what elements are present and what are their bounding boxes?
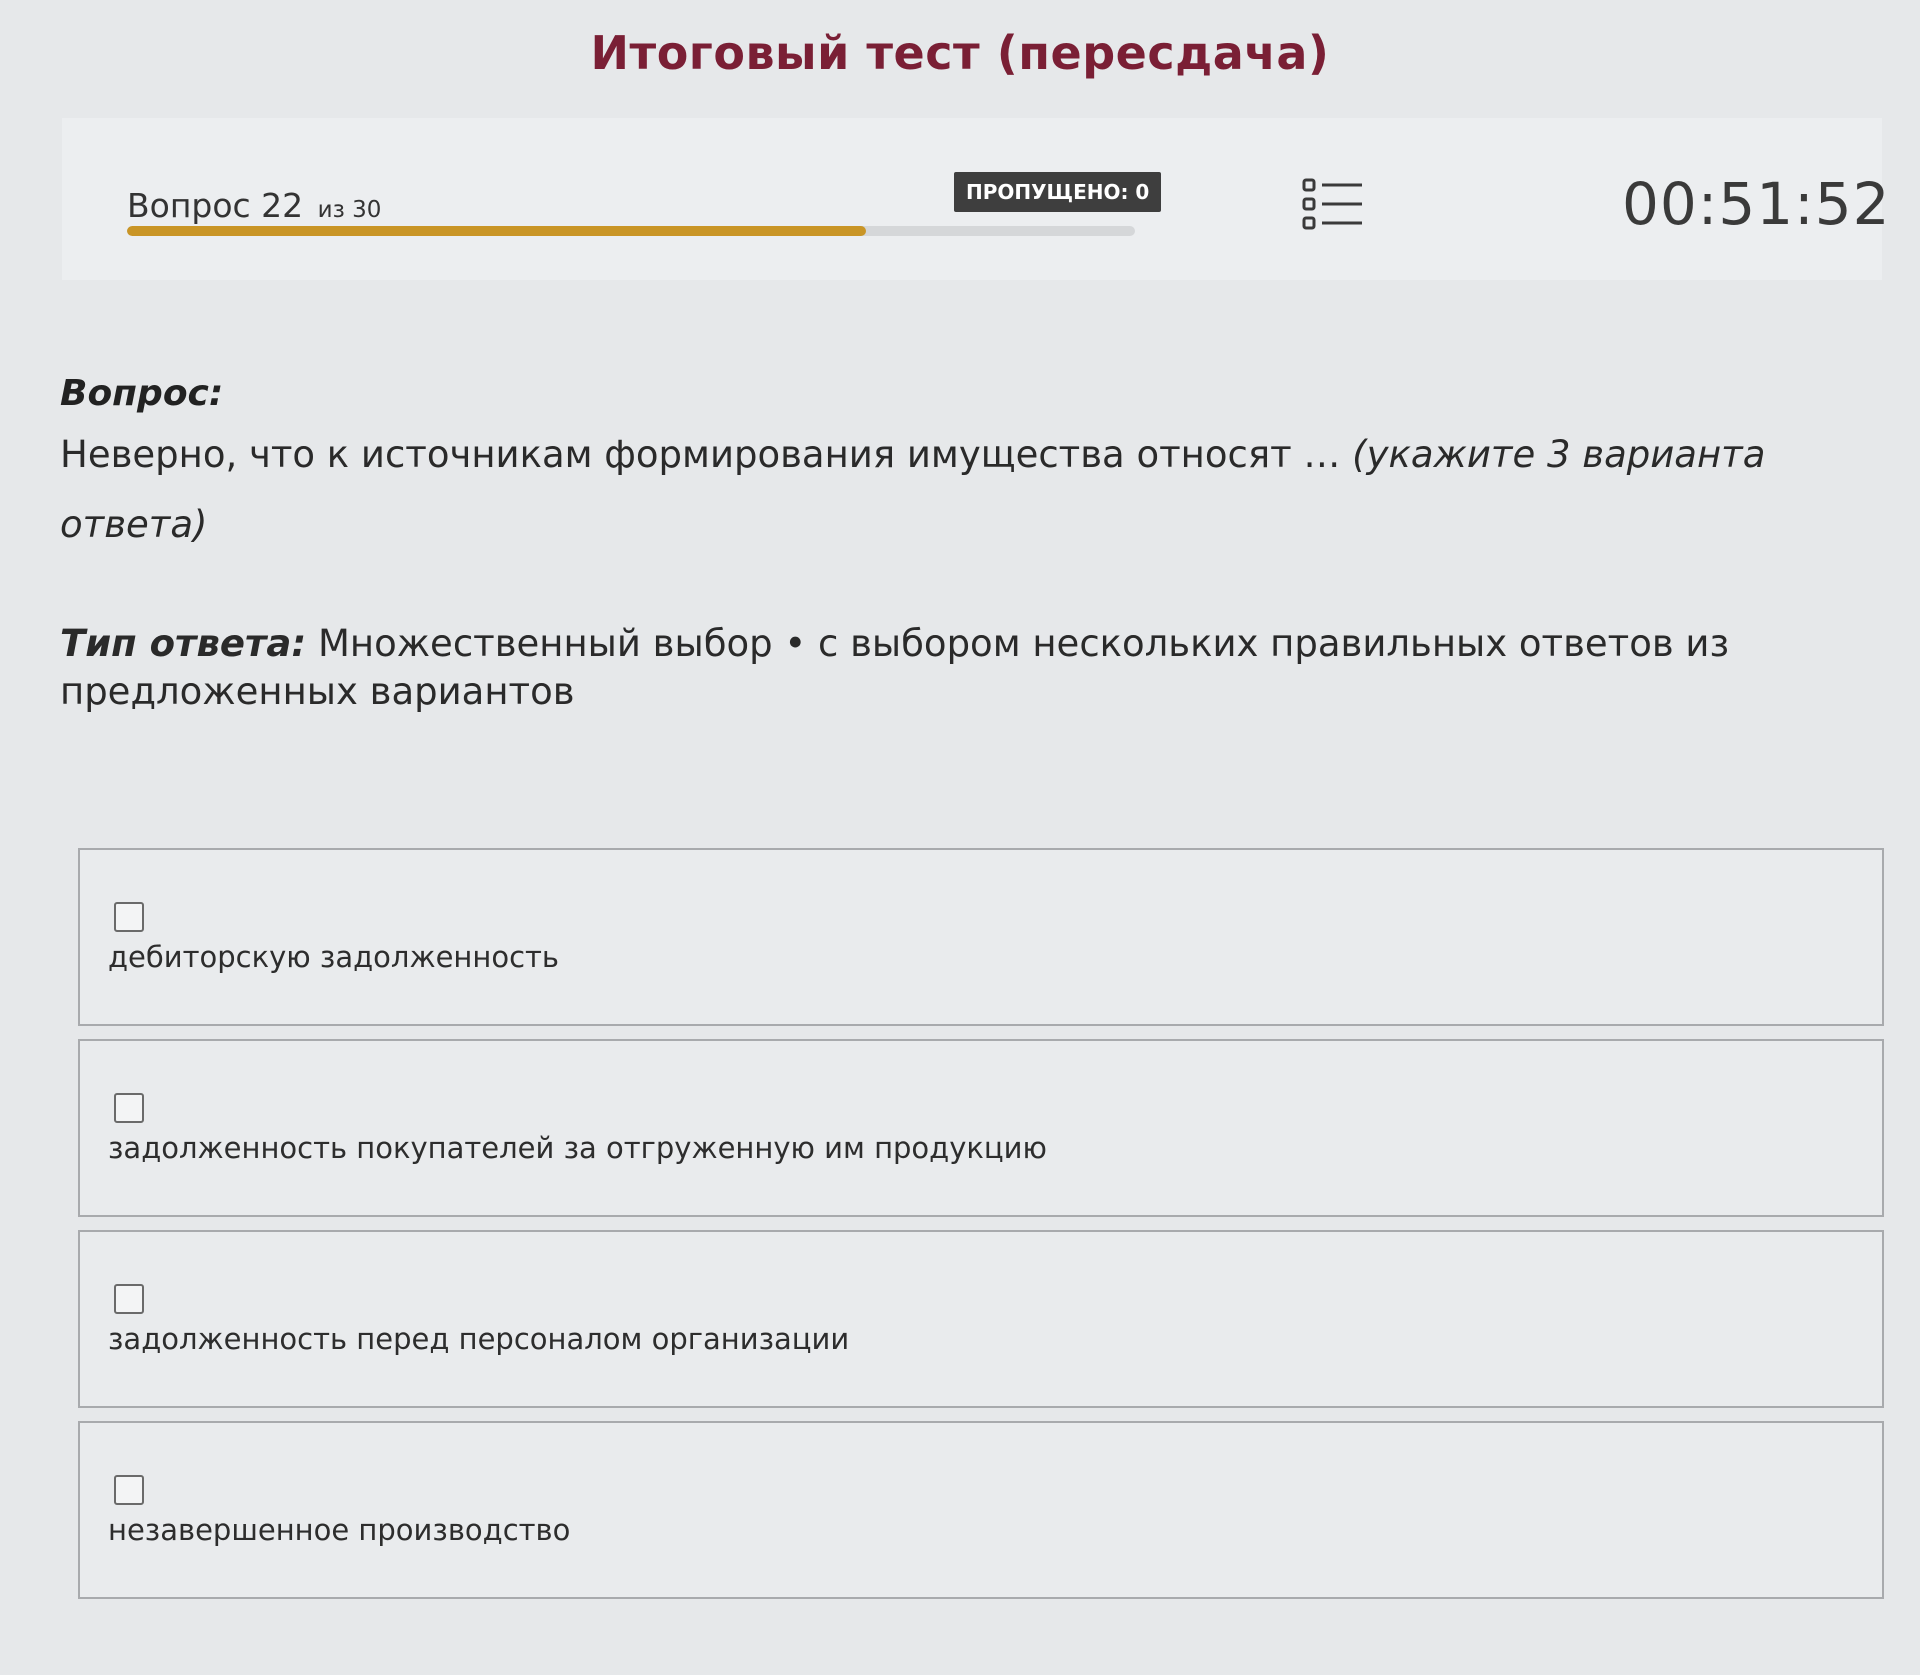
question-text: Неверно, что к источникам формирования и…: [60, 420, 1780, 560]
question-body: Неверно, что к источникам формирования и…: [60, 433, 1341, 476]
question-list-icon[interactable]: [1302, 176, 1364, 232]
checkbox[interactable]: [114, 1284, 144, 1314]
progress-panel: Вопрос 22 из 30 ПРОПУЩЕНО: 0 00:51:52: [62, 118, 1890, 280]
answer-option[interactable]: дебиторскую задолженность: [78, 848, 1884, 1026]
checkbox[interactable]: [114, 1475, 144, 1505]
progress-bar-fill: [127, 226, 866, 236]
checkbox[interactable]: [114, 1093, 144, 1123]
question-label: Вопрос:: [60, 373, 224, 414]
skipped-badge[interactable]: ПРОПУЩЕНО: 0: [954, 172, 1162, 212]
question-number: Вопрос 22: [127, 186, 304, 225]
answer-type-value: Множественный выбор • с выбором нескольк…: [60, 622, 1730, 713]
answer-option[interactable]: незавершенное производство: [78, 1421, 1884, 1599]
checkbox[interactable]: [114, 902, 144, 932]
answer-option-label: задолженность покупателей за отгруженную…: [108, 1131, 1047, 1165]
answer-option[interactable]: задолженность перед персоналом организац…: [78, 1230, 1884, 1408]
timer: 00:51:52: [1622, 170, 1891, 238]
answer-option-label: задолженность перед персоналом организац…: [108, 1322, 850, 1356]
answer-option-label: незавершенное производство: [108, 1513, 571, 1547]
question-total: из 30: [317, 197, 382, 223]
answer-options: дебиторскую задолженность задолженность …: [78, 848, 1884, 1612]
question-counter: Вопрос 22 из 30: [127, 186, 381, 225]
answer-option[interactable]: задолженность покупателей за отгруженную…: [78, 1039, 1884, 1217]
answer-option-label: дебиторскую задолженность: [108, 940, 560, 974]
answer-type: Тип ответа: Множественный выбор • с выбо…: [60, 620, 1760, 716]
progress-bar: [127, 226, 1135, 236]
page-title: Итоговый тест (пересдача): [590, 26, 1330, 80]
answer-type-label: Тип ответа:: [60, 622, 307, 665]
test-page: Итоговый тест (пересдача) Вопрос 22 из 3…: [0, 0, 1920, 1675]
